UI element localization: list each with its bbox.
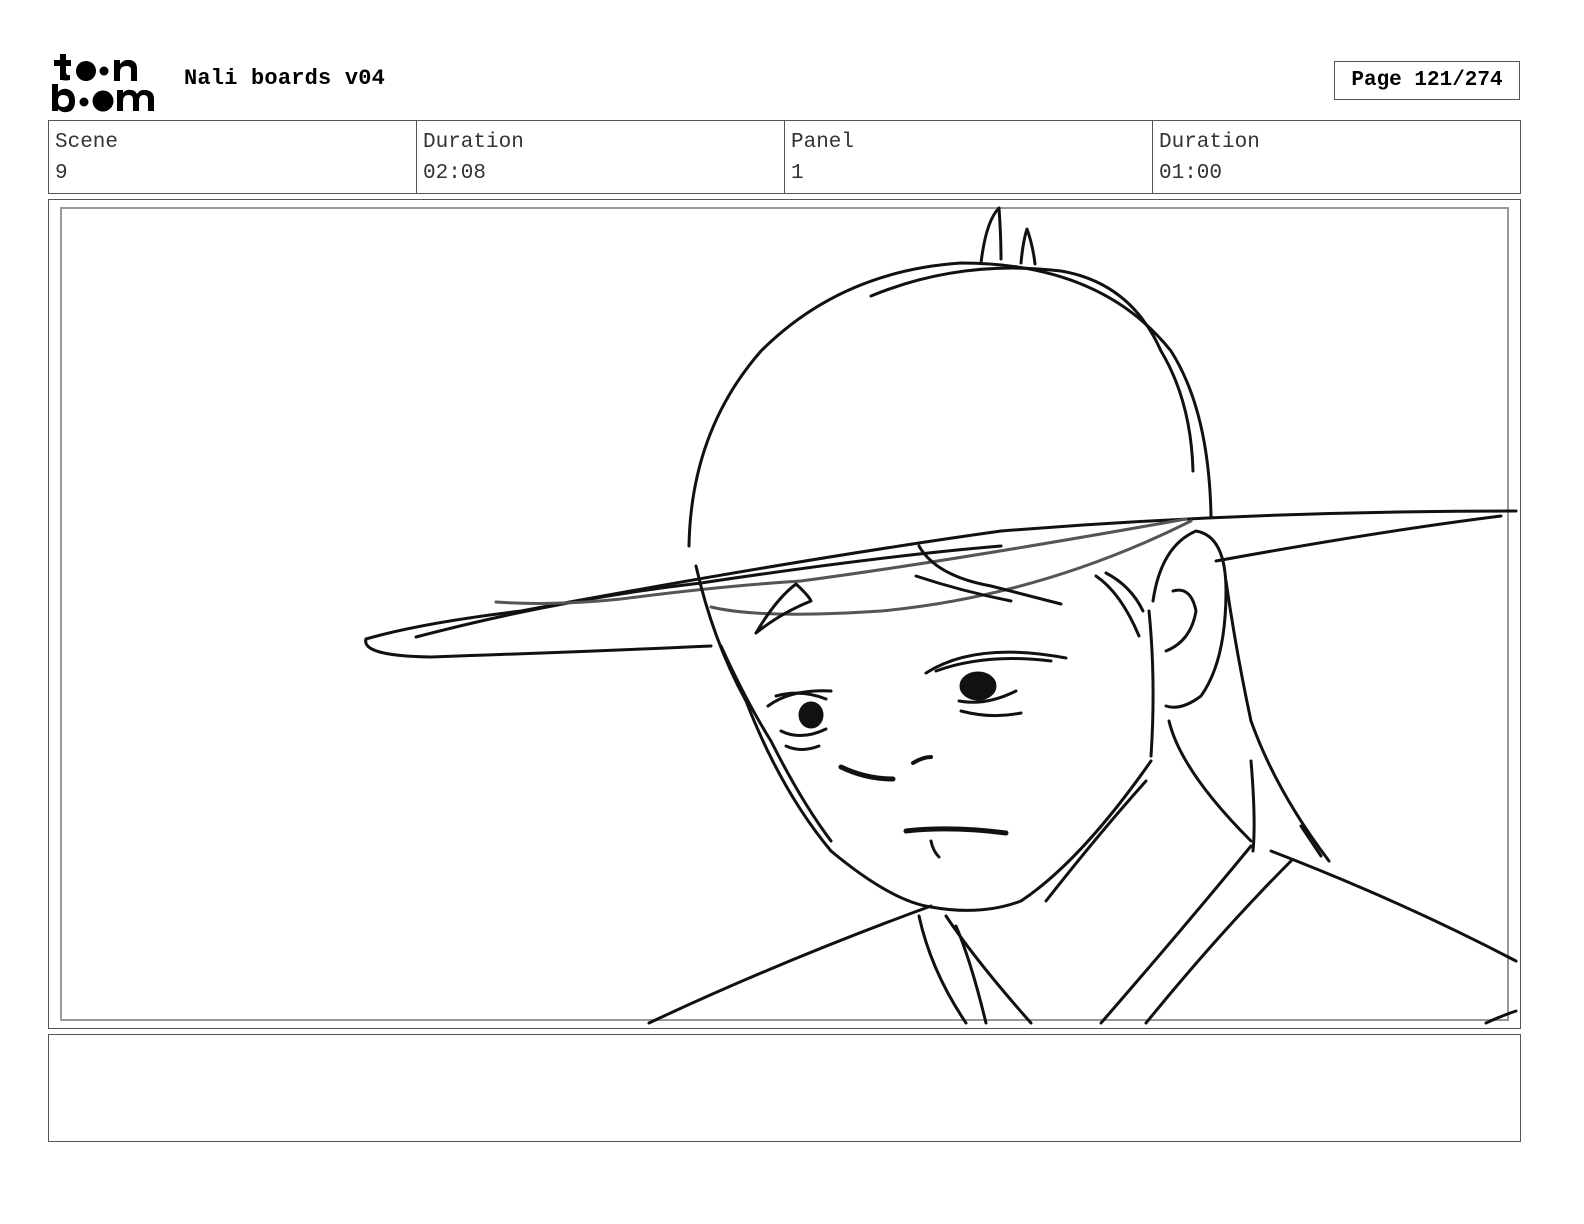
panel-label: Panel	[791, 131, 855, 154]
document-title: Nali boards v04	[184, 66, 386, 91]
panel-value: 1	[791, 162, 804, 185]
panel-cell: Panel 1	[785, 121, 1153, 193]
scene-cell: Scene 9	[49, 121, 417, 193]
panel-info-table: Scene 9 Duration 02:08 Panel 1 Duration …	[48, 120, 1521, 194]
page-indicator: Page 121/274	[1334, 61, 1520, 100]
panel-duration-value: 01:00	[1159, 162, 1223, 185]
panel-notes	[48, 1034, 1521, 1142]
character-sketch-image	[364, 206, 1518, 1025]
scene-duration-label: Duration	[423, 131, 524, 154]
scene-duration-cell: Duration 02:08	[417, 121, 785, 193]
panel-duration-cell: Duration 01:00	[1153, 121, 1520, 193]
scene-duration-value: 02:08	[423, 162, 487, 185]
storyboard-panel	[48, 199, 1521, 1029]
toon-boom-logo-icon	[52, 54, 154, 113]
scene-value: 9	[55, 162, 68, 185]
scene-label: Scene	[55, 131, 119, 154]
panel-duration-label: Duration	[1159, 131, 1260, 154]
